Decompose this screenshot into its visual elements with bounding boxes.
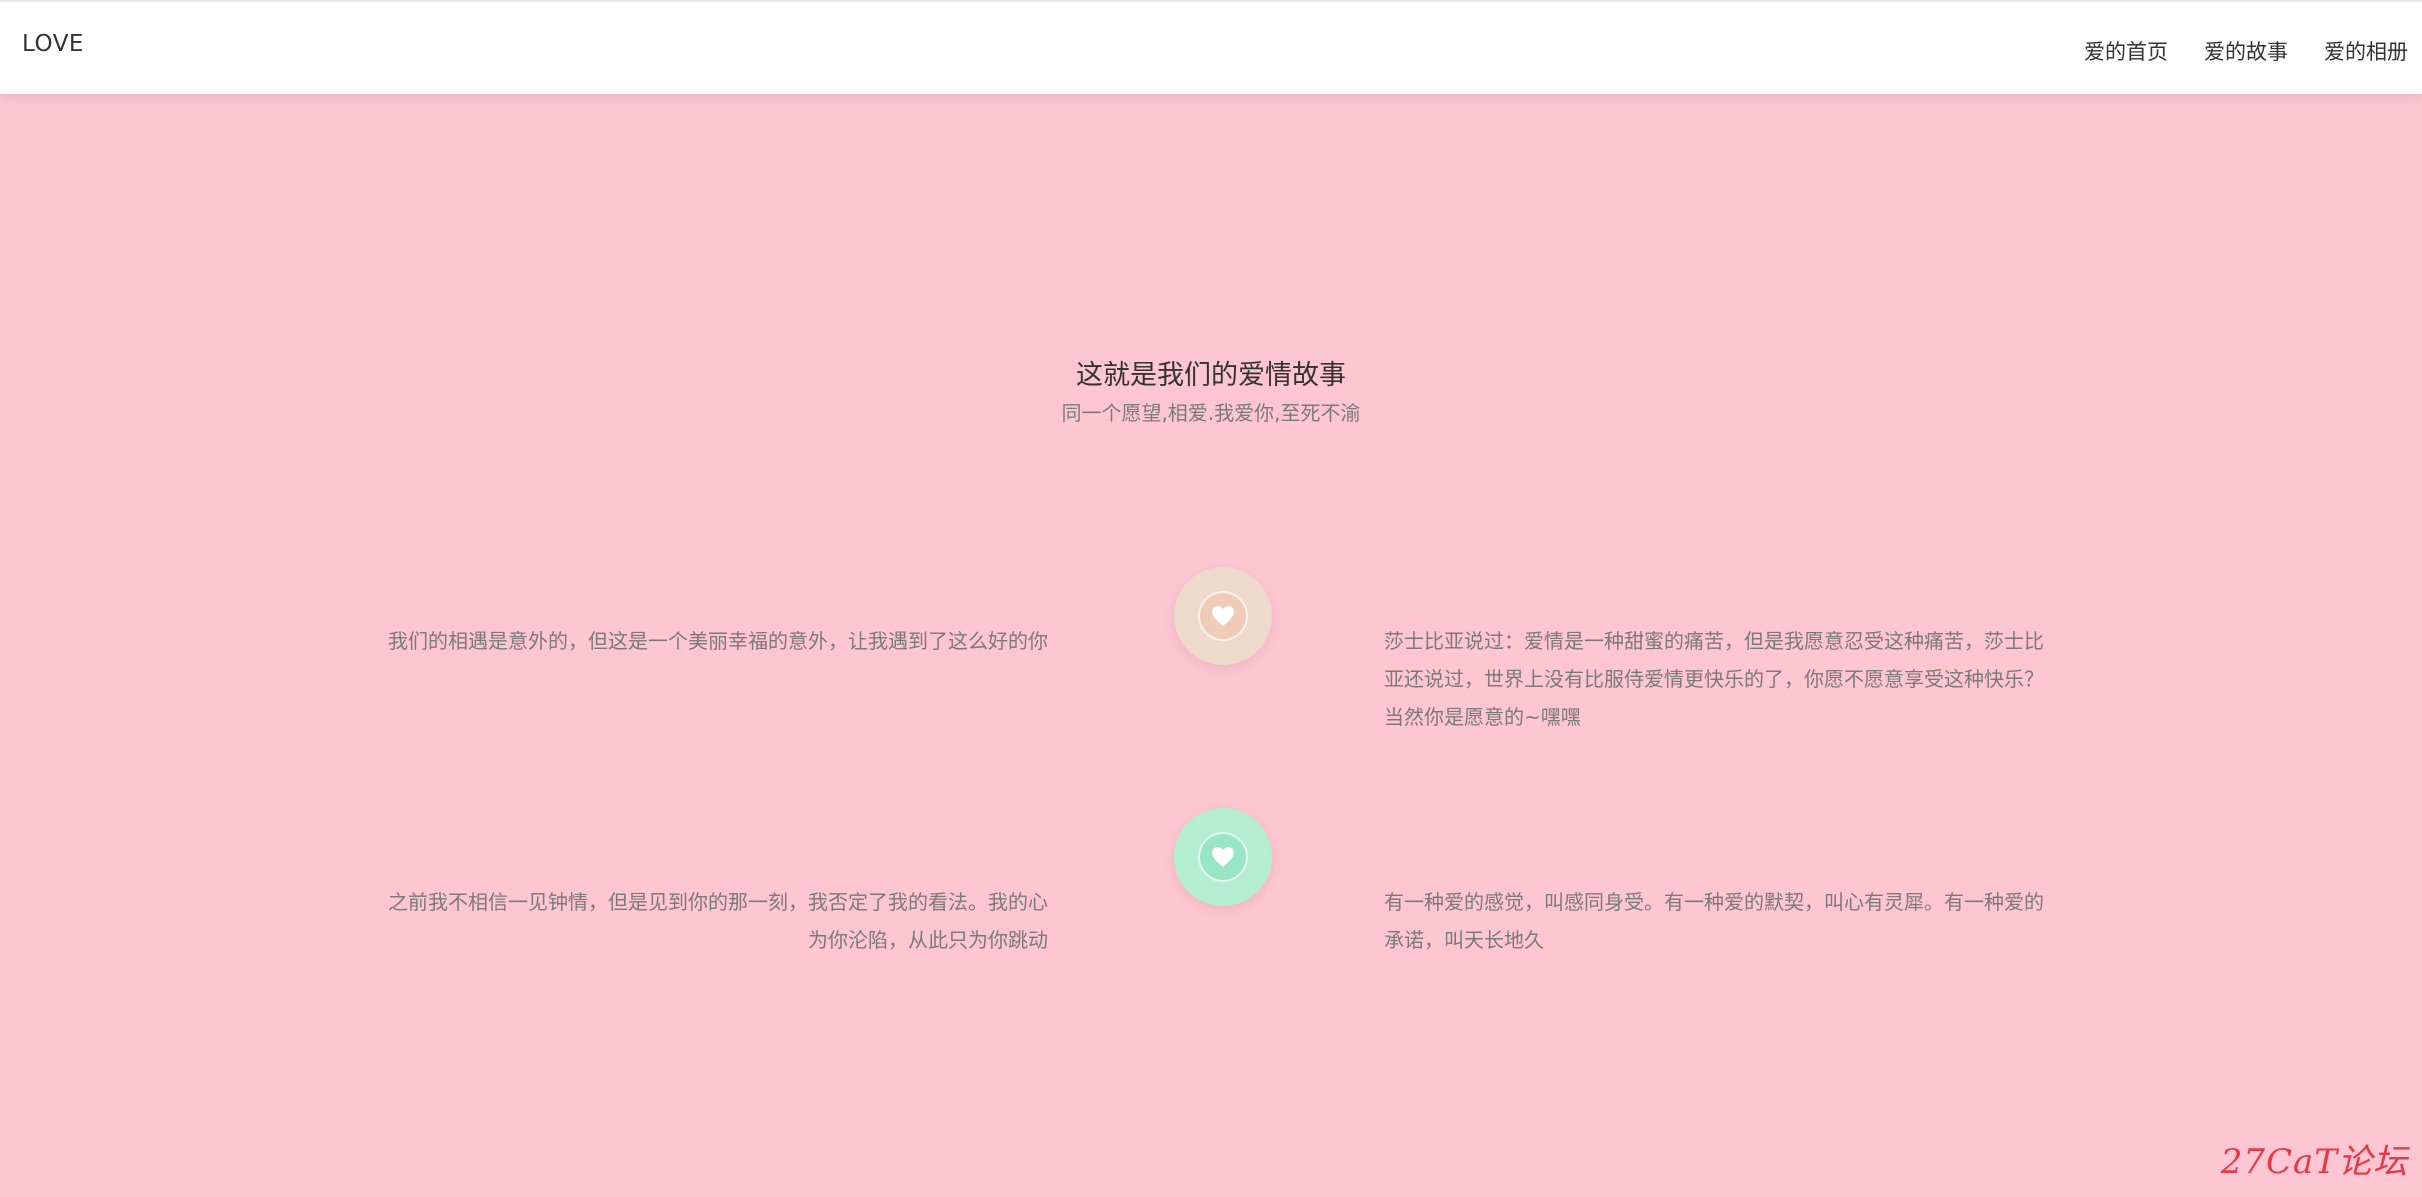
heart-icon [1212, 847, 1234, 867]
story-1-badge-inner [1198, 591, 1248, 641]
heart-icon [1212, 606, 1234, 626]
story-1-left-text: 我们的相遇是意外的，但这是一个美丽幸福的意外，让我遇到了这么好的你 [388, 629, 1048, 653]
section-title: 这就是我们的爱情故事 [1076, 360, 1346, 391]
section-subtitle: 同一个愿望,相爱.我爱你,至死不渝 [1061, 401, 1361, 425]
story-2-badge [1174, 808, 1272, 906]
story-1-badge [1174, 567, 1272, 665]
story-1-right-text: 莎士比亚说过：爱情是一种甜蜜的痛苦，但是我愿意忍受这种痛苦，莎士比亚还说过，世界… [1384, 629, 2044, 729]
main-nav: 爱的首页 爱的故事 爱的相册 [2048, 36, 2422, 66]
story-2-badge-inner [1198, 832, 1248, 882]
nav-item-story[interactable]: 爱的故事 [2204, 36, 2288, 66]
story-2-right-text: 有一种爱的感觉，叫感同身受。有一种爱的默契，叫心有灵犀。有一种爱的承诺，叫天长地… [1384, 890, 2044, 952]
top-navbar: LOVE 爱的首页 爱的故事 爱的相册 [0, 0, 2422, 94]
nav-item-home[interactable]: 爱的首页 [2084, 36, 2168, 66]
nav-item-album[interactable]: 爱的相册 [2324, 36, 2408, 66]
story-2-left-text: 之前我不相信一见钟情，但是见到你的那一刻，我否定了我的看法。我的心为你沦陷，从此… [388, 890, 1048, 952]
brand-logo[interactable]: LOVE [22, 31, 84, 57]
site-watermark: 27CaT论坛 [2220, 1142, 2408, 1182]
story-heading: 这就是我们的爱情故事 同一个愿望,相爱.我爱你,至死不渝 [0, 358, 2422, 430]
